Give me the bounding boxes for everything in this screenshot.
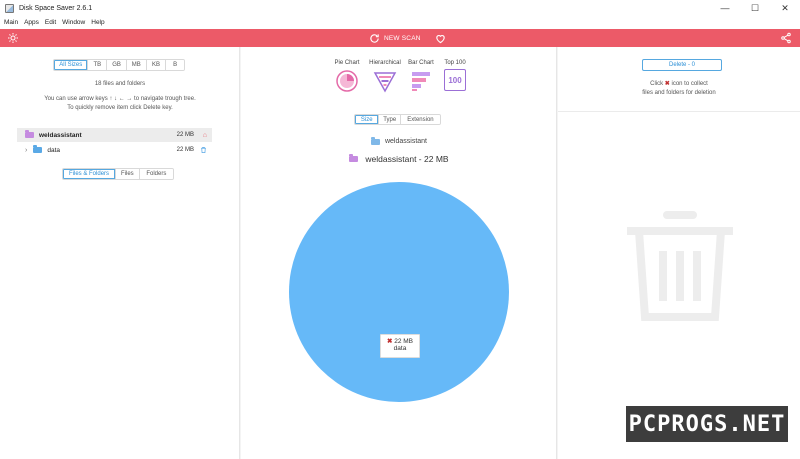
tab-extension[interactable]: Extension: [399, 115, 440, 124]
breadcrumb-small: weldassistant: [241, 136, 557, 145]
view-tabs: Files & Folders Files Folders: [62, 168, 174, 180]
tree-item-size: 22 MB: [176, 147, 194, 153]
chart-option-bar[interactable]: Bar Chart: [405, 60, 437, 95]
pie-tooltip: ✖ 22 MB data: [380, 334, 420, 358]
divider: [558, 111, 800, 112]
new-scan-icon[interactable]: [369, 33, 380, 44]
expand-chevron-icon[interactable]: ›: [25, 147, 27, 154]
delete-hint-line1: Click ✖ icon to collect: [558, 80, 800, 87]
theme-toggle-icon[interactable]: [7, 32, 19, 44]
tooltip-name: data: [393, 345, 407, 352]
window-title: Disk Space Saver 2.6.1: [19, 4, 93, 12]
tree-item-name: weldassistant: [39, 131, 82, 139]
minimize-button[interactable]: —: [710, 0, 740, 16]
menu-window[interactable]: Window: [62, 19, 85, 26]
pie-chart-icon: [336, 70, 358, 92]
trash-icon[interactable]: [200, 146, 207, 154]
breadcrumb-text: weldassistant: [384, 138, 428, 145]
size-filter-group: All Sizes TB GB MB KB B: [53, 59, 185, 71]
chart-option-top100[interactable]: Top 100 100: [440, 60, 470, 91]
toolbar: NEW SCAN: [0, 29, 800, 47]
menu-bar: Main Apps Edit Window Help: [0, 16, 800, 29]
new-scan-button[interactable]: NEW SCAN: [384, 35, 421, 42]
filter-all-sizes[interactable]: All Sizes: [54, 60, 88, 70]
heart-icon[interactable]: [435, 33, 446, 44]
watermark: PCPROGS.NET: [626, 406, 788, 442]
hint-suffix: icon to collect: [671, 81, 708, 87]
tree-item-size: 22 MB: [176, 132, 194, 138]
tree-row[interactable]: weldassistant 22 MB ⌂: [17, 128, 212, 142]
filter-mb[interactable]: MB: [125, 60, 146, 70]
tree-row[interactable]: › data 22 MB: [17, 143, 212, 157]
folder-icon: [33, 145, 43, 153]
hint-prefix: Click: [650, 81, 664, 87]
menu-help[interactable]: Help: [91, 19, 104, 26]
title-bar: Disk Space Saver 2.6.1 — ☐ ✕: [0, 0, 800, 16]
right-panel: Delete - 0 Click ✖ icon to collect files…: [558, 47, 800, 459]
home-icon[interactable]: ⌂: [203, 132, 207, 139]
chart-option-hierarchical[interactable]: Hierarchical: [366, 60, 404, 95]
chart-option-pie[interactable]: Pie Chart: [329, 60, 365, 95]
pie-chart: [289, 182, 509, 402]
tree-item-name: data: [47, 146, 60, 154]
filter-kb[interactable]: KB: [145, 60, 166, 70]
close-button[interactable]: ✕: [770, 0, 800, 16]
folder-icon: [25, 130, 34, 138]
current-folder-title: weldassistant - 22 MB: [365, 154, 449, 164]
tab-type[interactable]: Type: [378, 115, 400, 124]
tab-files[interactable]: Files: [115, 169, 139, 179]
share-icon[interactable]: [780, 32, 792, 44]
center-panel: Pie Chart Hierarchical Bar Chart Top 100…: [241, 47, 557, 459]
bar-chart-icon: [412, 72, 430, 91]
chart-option-label: Bar Chart: [408, 60, 434, 66]
maximize-button[interactable]: ☐: [740, 0, 770, 16]
chart-option-label: Top 100: [444, 60, 466, 66]
collect-x-icon: ✖: [664, 81, 670, 87]
app-icon: [5, 3, 14, 13]
group-tabs: Size Type Extension: [354, 114, 441, 125]
tooltip-size: 22 MB: [394, 338, 414, 345]
menu-main[interactable]: Main: [4, 19, 18, 26]
nav-hint-line1: You can use arrow keys ↑ ↓ ← → to naviga…: [44, 96, 196, 102]
chart-option-label: Hierarchical: [369, 60, 401, 66]
menu-apps[interactable]: Apps: [24, 19, 39, 26]
filter-b[interactable]: B: [165, 60, 184, 70]
filter-tb[interactable]: TB: [87, 60, 107, 70]
tab-files-folders[interactable]: Files & Folders: [63, 169, 116, 179]
file-count-text: 18 files and folders: [94, 81, 146, 87]
tab-size[interactable]: Size: [355, 115, 379, 124]
pie-slice-data[interactable]: [289, 182, 509, 402]
hierarchical-chart-icon: [373, 72, 397, 93]
breadcrumb-main: weldassistant - 22 MB: [241, 154, 557, 164]
top-100-icon: 100: [444, 69, 466, 91]
menu-edit[interactable]: Edit: [45, 19, 56, 26]
folder-icon: [370, 136, 380, 145]
collect-x-icon[interactable]: ✖: [387, 338, 392, 345]
left-panel: All Sizes TB GB MB KB B 18 files and fol…: [0, 47, 240, 459]
trash-placeholder-icon: [627, 211, 733, 321]
delete-hint-line2: files and folders for deletion: [642, 90, 716, 96]
delete-button[interactable]: Delete - 0: [642, 59, 722, 71]
tab-folders[interactable]: Folders: [138, 169, 173, 179]
nav-hint-line2: To quickly remove item click Delete key.: [67, 105, 173, 111]
chart-option-label: Pie Chart: [334, 60, 360, 66]
filter-gb[interactable]: GB: [106, 60, 126, 70]
folder-icon: [349, 154, 359, 162]
